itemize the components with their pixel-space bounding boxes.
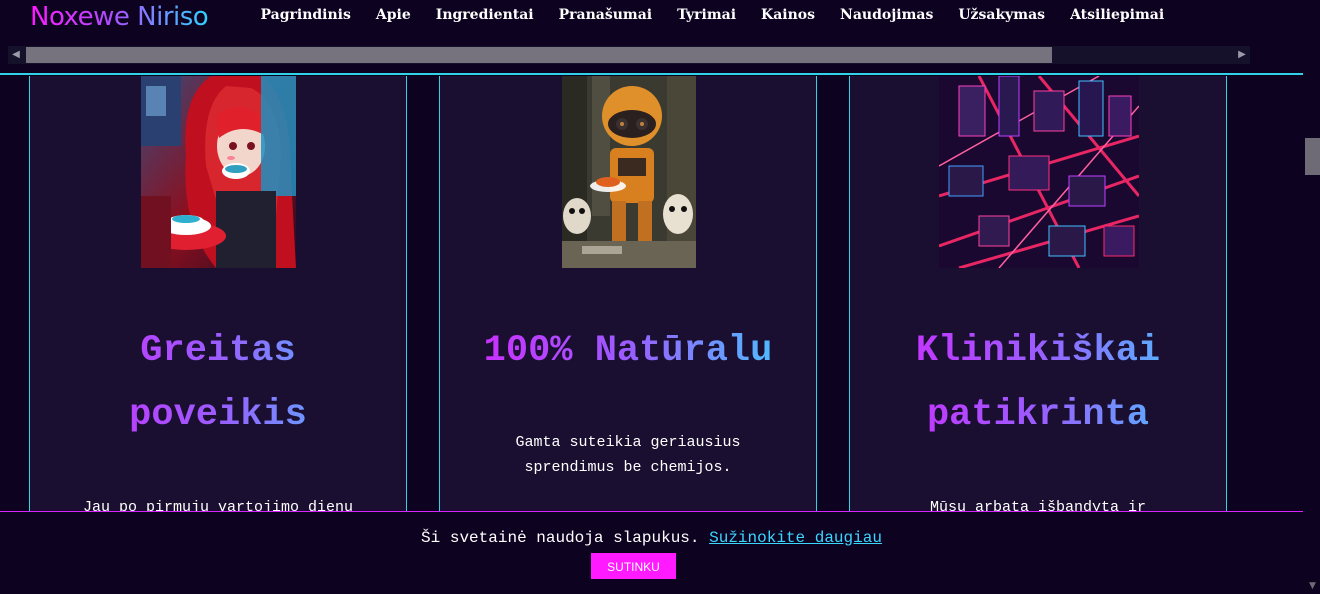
accept-cookies-button[interactable]: SUTINKU <box>591 553 676 579</box>
learn-more-link[interactable]: Sužinokite daugiau <box>709 529 882 547</box>
site-header: Noxewe Niriso Pagrindinis Apie Ingredien… <box>0 0 1303 75</box>
card-title-line: poveikis <box>30 383 406 447</box>
nav-item-atsiliepimai[interactable]: Atsiliepimai <box>1070 7 1164 23</box>
card-description: Jau po pirmųjų vartojimo dienų <box>82 499 354 512</box>
chevron-right-icon[interactable]: ▶ <box>1234 46 1250 64</box>
nav-item-ingredientai[interactable]: Ingredientai <box>436 7 534 23</box>
nav-horizontal-scrollbar[interactable]: ◀ ▶ <box>8 46 1250 64</box>
card-description-line: Gamta suteikia geriausius <box>515 434 741 451</box>
card-description-line: sprendimus be chemijos. <box>524 459 732 476</box>
chevron-down-icon[interactable]: ▼ <box>1305 580 1320 592</box>
card-title-line: patikrinta <box>850 383 1226 447</box>
nav-item-kainos[interactable]: Kainos <box>761 7 815 23</box>
card-image-neon-city <box>939 76 1139 268</box>
nav-item-uzsakymas[interactable]: Užsakymas <box>958 7 1045 23</box>
nav-item-tyrimai[interactable]: Tyrimai <box>677 7 736 23</box>
feature-card-natural: 100% Natūralu Gamta suteikia geriausius … <box>439 76 817 512</box>
scrollbar-thumb[interactable] <box>26 47 1052 63</box>
nav-item-pagrindinis[interactable]: Pagrindinis <box>261 7 351 23</box>
card-title-line: Greitas <box>30 319 406 383</box>
card-title-line: 100% Natūralu <box>440 319 816 383</box>
card-title-line: Klinikiškai <box>850 319 1226 383</box>
feature-card-fast-effect: Greitas poveikis Jau po pirmųjų vartojim… <box>29 76 407 512</box>
cookie-consent-bar: Ši svetainė naudoja slapukus. Sužinokite… <box>0 511 1303 594</box>
card-image-anime-girl-tea <box>141 76 296 268</box>
card-image-robot-owls <box>562 76 696 268</box>
chevron-left-icon[interactable]: ◀ <box>8 46 24 64</box>
nav-item-pranasumai[interactable]: Pranašumai <box>559 7 653 23</box>
cookie-text: Ši svetainė naudoja slapukus. <box>421 529 700 547</box>
main-nav: Pagrindinis Apie Ingredientai Pranašumai… <box>248 7 1177 23</box>
site-logo[interactable]: Noxewe Niriso <box>30 2 209 32</box>
nav-item-naudojimas[interactable]: Naudojimas <box>840 7 933 23</box>
scrollbar-thumb[interactable] <box>1305 138 1320 175</box>
card-description: Mūsų arbata išbandyta ir <box>929 499 1147 512</box>
cookie-message: Ši svetainė naudoja slapukus. Sužinokite… <box>0 529 1303 547</box>
page-vertical-scrollbar[interactable]: ▼ <box>1303 0 1320 594</box>
feature-card-clinically-tested: Klinikiškai patikrinta Mūsų arbata išban… <box>849 76 1227 512</box>
nav-item-apie[interactable]: Apie <box>376 7 411 23</box>
